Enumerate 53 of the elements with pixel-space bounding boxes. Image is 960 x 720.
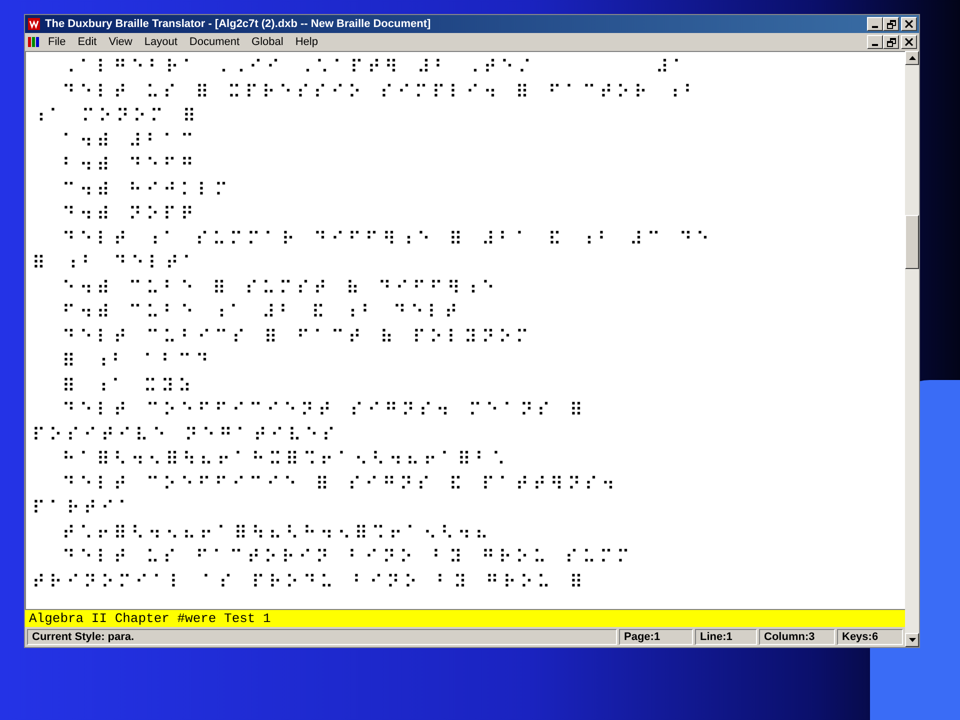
status-pane: Page:1 — [619, 629, 693, 645]
braille-line: ⠓⠁⠿⠣⠲⠢⠿⠳⠦⠖⠁⠓⠭⠿⠩⠖⠁⠢⠣⠲⠦⠖⠁⠿⠃⠡ — [61, 448, 510, 472]
close-icon — [905, 38, 913, 46]
braille-line: ⠿ ⠰⠃ ⠁⠃⠉⠙ — [61, 350, 214, 374]
braille-line: ⠑⠲⠾ ⠉⠥⠃⠑ ⠿ ⠎⠥⠍⠎⠞ ⠷ ⠙⠊⠋⠋⠻⠰⠑ — [61, 276, 500, 300]
restore-button[interactable] — [883, 35, 899, 49]
menu-item[interactable]: Layout — [139, 35, 182, 49]
menu-item[interactable]: Document — [184, 35, 245, 49]
braille-line: ⠋⠲⠾ ⠉⠥⠃⠑ ⠰⠁ ⠼⠃ ⠯ ⠰⠃ ⠙⠑⠇⠞ — [61, 301, 463, 325]
braille-line: ⠙⠑⠇⠞ ⠉⠥⠃⠊⠉⠎ ⠿ ⠋⠁⠉⠞ ⠷ ⠏⠕⠇⠽⠝⠕⠍ — [61, 326, 534, 350]
braille-line: ⠙⠑⠇⠞ ⠥⠎ ⠿ ⠭⠏⠗⠑⠎⠎⠊⠕ ⠎⠊⠍⠏⠇⠊⠲ ⠿ ⠋⠁⠉⠞⠕⠗ ⠰⠃ — [61, 80, 702, 104]
minimize-button[interactable] — [867, 17, 883, 31]
menu-item[interactable]: File — [43, 35, 71, 49]
braille-line: ⠙⠑⠇⠞ ⠰⠁ ⠎⠥⠍⠍⠁⠗ ⠙⠊⠋⠋⠻⠰⠑ ⠿ ⠼⠃⠁ ⠯ ⠰⠃ ⠼⠉ ⠙⠑ — [61, 228, 714, 252]
braille-line: ⠙⠑⠇⠞ ⠉⠕⠑⠋⠋⠊⠉⠊⠑⠝⠞ ⠎⠊⠛⠝⠎⠲ ⠍⠑⠁⠝⠎ ⠿ — [61, 399, 588, 423]
braille-line: ⠿ ⠰⠃ ⠙⠑⠇⠞⠁ — [32, 252, 201, 276]
scroll-thumb[interactable] — [905, 215, 919, 269]
braille-line: ⠉⠲⠾ ⠓⠊⠚⠅⠇⠍ — [61, 178, 233, 202]
restore-button[interactable] — [883, 17, 899, 31]
menu-item[interactable]: Global — [246, 35, 288, 49]
status-pane: Column:3 — [759, 629, 835, 645]
braille-line: ⠁⠲⠾ ⠼⠃⠁⠉ — [61, 130, 199, 154]
menu-item[interactable]: View — [104, 35, 138, 49]
minimize-button[interactable] — [867, 35, 883, 49]
braille-line: ⠰⠁ ⠍⠕⠝⠕⠍ ⠿ — [32, 105, 201, 129]
restore-icon — [886, 38, 896, 46]
braille-line: ⠏⠁⠗⠞⠊⠁ — [32, 497, 136, 521]
down-arrow-icon — [908, 638, 916, 642]
scroll-up-button[interactable] — [905, 51, 919, 65]
close-button[interactable] — [901, 17, 917, 31]
braille-line: ⠙⠑⠇⠞ ⠥⠎ ⠋⠁⠉⠞⠕⠗⠊⠝ ⠃⠊⠝⠕ ⠃⠽ ⠛⠗⠕⠥ ⠎⠥⠍⠍ — [61, 546, 635, 570]
menu-item[interactable]: Help — [290, 35, 323, 49]
braille-line: ⠠⠁⠇⠛⠑⠃⠗⠁ ⠠⠠⠊⠊ ⠠⠡⠁⠏⠞⠻ ⠼⠃ ⠠⠞⠑⠌ ⠼⠁ — [61, 56, 691, 80]
braille-line: ⠙⠲⠾ ⠝⠕⠏⠟ — [61, 203, 199, 227]
menu-item[interactable]: Edit — [72, 35, 102, 49]
braille-line: ⠿ ⠰⠁ ⠭⠽⠵ — [61, 374, 196, 398]
braille-line: ⠞⠡⠖⠿⠣⠲⠢⠦⠖⠁⠿⠳⠦⠣⠓⠲⠢⠿⠩⠖⠁⠢⠣⠲⠦ — [61, 522, 494, 546]
status-pane: Current Style: para. — [27, 629, 617, 645]
window-title: The Duxbury Braille Translator - [Alg2c7t (2).dxb -- New Braille Document] — [45, 18, 432, 30]
document-icon — [27, 35, 41, 49]
close-icon — [905, 20, 913, 28]
scrollbar[interactable] — [905, 51, 919, 647]
braille-line: ⠙⠑⠇⠞ ⠉⠕⠑⠋⠋⠊⠉⠊⠑ ⠿ ⠎⠊⠛⠝⠎ ⠯ ⠏⠁⠞⠞⠻⠝⠎⠲ — [61, 472, 620, 496]
close-button[interactable] — [901, 35, 917, 49]
braille-line: ⠃⠲⠾ ⠙⠑⠋⠛ — [61, 154, 199, 178]
up-arrow-icon — [908, 56, 916, 60]
braille-line: ⠏⠕⠎⠊⠞⠊⠧⠑ ⠝⠑⠛⠁⠞⠊⠧⠑⠎ — [32, 424, 340, 448]
scroll-down-button[interactable] — [905, 633, 919, 647]
status-pane: Line:1 — [695, 629, 757, 645]
braille-line: ⠞⠗⠊⠝⠕⠍⠊⠁⠇ ⠁⠎ ⠏⠗⠕⠙⠥ ⠃⠊⠝⠕ ⠃⠽ ⠛⠗⠕⠥ ⠿ — [32, 570, 588, 594]
app-icon — [27, 17, 41, 31]
restore-icon — [886, 20, 896, 28]
status-pane: Keys:6 — [837, 629, 903, 645]
